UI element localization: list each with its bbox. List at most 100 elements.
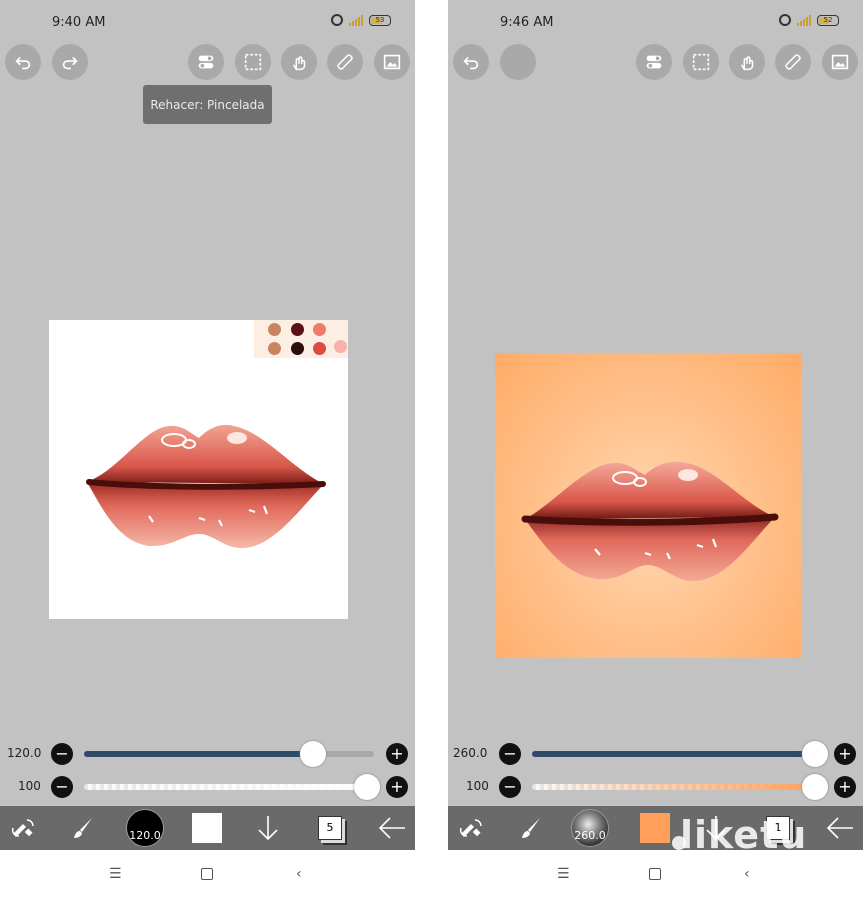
lips-artwork [521,461,779,582]
layer-count: 5 [318,816,342,840]
toggle-icon [646,55,662,69]
left-screen: 9:40 AM 53 Rehacer: Pincelada 120.0 − + … [0,0,415,900]
undo-icon [463,56,479,70]
undo-button[interactable] [5,44,41,80]
battery-icon: 53 [369,14,391,26]
brush-size-slider[interactable] [532,751,822,757]
status-time: 9:46 AM [500,15,554,30]
system-nav-bar: ☰ ‹ [448,850,863,900]
nav-back-icon[interactable]: ‹ [296,866,302,882]
menu-icon[interactable]: ☰ [557,866,570,882]
gesture-button[interactable] [729,44,765,80]
home-icon[interactable] [649,868,661,880]
slider-thumb[interactable] [802,741,828,767]
status-time: 9:40 AM [52,15,106,30]
ruler-icon [785,54,801,70]
hand-icon [740,56,754,71]
size-increase-button[interactable]: + [386,743,408,765]
undo-button[interactable] [453,44,489,80]
signal-icon [349,14,363,26]
lips-artwork [86,424,326,549]
brush-size-indicator: 120.0 [126,809,164,847]
menu-icon[interactable]: ☰ [109,866,122,882]
size-decrease-button[interactable]: − [499,743,521,765]
opacity-decrease-button[interactable]: − [51,776,73,798]
undo-icon [15,56,31,70]
brush-icon [522,818,540,838]
ruler-button[interactable] [327,44,363,80]
opacity-value: 100 [18,779,41,793]
brush-tool-button[interactable] [66,806,102,850]
system-nav-bar: ☰ ‹ [0,850,415,900]
status-icons: 52 [779,14,839,26]
opacity-slider[interactable] [84,784,374,790]
toggle-icon [198,55,214,69]
battery-level: 53 [375,15,385,24]
opacity-decrease-button[interactable]: − [499,776,521,798]
right-screen: 9:46 AM 52 260.0 − + 100 − + 260.0 1 ☰ ‹ [448,0,863,900]
brush-size-indicator: 260.0 [571,809,609,847]
ruler-button[interactable] [775,44,811,80]
opacity-increase-button[interactable]: + [386,776,408,798]
opacity-increase-button[interactable]: + [834,776,856,798]
nav-back-icon[interactable]: ‹ [744,866,750,882]
back-button[interactable] [822,806,858,850]
signal-icon [797,14,811,26]
slider-thumb[interactable] [300,741,326,767]
bottom-toolbar: 120.0 5 [0,806,415,850]
color-button[interactable] [190,806,224,850]
watermark-text: liketu [680,813,808,857]
size-decrease-button[interactable]: − [51,743,73,765]
brush-size-value: 260.0 [453,746,488,760]
move-down-button[interactable] [252,806,284,850]
drawing-canvas[interactable] [495,353,801,658]
pen-eraser-swap-icon [459,819,482,837]
opacity-slider[interactable] [532,784,822,790]
slider-fill [532,751,822,757]
current-color-swatch [640,813,670,843]
swap-tool-button[interactable] [454,806,488,850]
brush-size-button[interactable]: 120.0 [125,806,165,850]
brush-icon [74,818,92,838]
gesture-button[interactable] [281,44,317,80]
slider-thumb[interactable] [802,774,828,800]
reference-image-button[interactable] [822,44,858,80]
selection-icon [244,53,262,71]
alarm-icon [331,14,343,26]
selection-icon [692,53,710,71]
redo-button[interactable] [52,44,88,80]
layers-button[interactable]: 5 [314,806,346,850]
ruler-icon [337,54,353,70]
brush-tool-button[interactable] [514,806,550,850]
redo-button-disabled[interactable] [500,44,536,80]
reference-image-button[interactable] [374,44,410,80]
battery-level: 52 [823,15,833,24]
swap-tool-button[interactable] [6,806,40,850]
redo-tooltip: Rehacer: Pincelada [143,85,272,124]
settings-toggle-button[interactable] [636,44,672,80]
home-icon[interactable] [201,868,213,880]
redo-icon [62,56,78,70]
brush-size-value: 120.0 [7,746,42,760]
drawing-canvas[interactable] [49,320,348,619]
opacity-gradient [532,784,822,790]
slider-fill [84,751,313,757]
hand-icon [292,56,306,71]
brush-size-slider[interactable] [84,751,374,757]
back-button[interactable] [374,806,410,850]
image-icon [383,54,401,70]
arrow-down-icon [258,816,278,841]
arrow-left-icon [826,817,853,839]
size-increase-button[interactable]: + [834,743,856,765]
opacity-gradient [84,784,374,790]
color-button[interactable] [638,806,672,850]
selection-button[interactable] [683,44,719,80]
settings-toggle-button[interactable] [188,44,224,80]
status-icons: 53 [331,14,391,26]
image-icon [831,54,849,70]
brush-size-button[interactable]: 260.0 [570,806,610,850]
opacity-value: 100 [466,779,489,793]
alarm-icon [779,14,791,26]
slider-thumb[interactable] [354,774,380,800]
selection-button[interactable] [235,44,271,80]
